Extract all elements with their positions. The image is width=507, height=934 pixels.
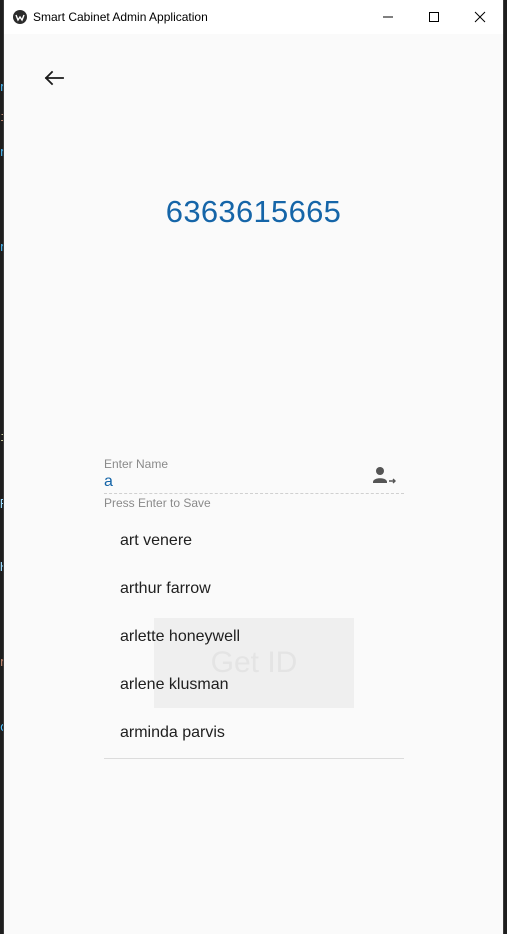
name-input[interactable]: a [104, 473, 113, 491]
arrow-left-icon [44, 70, 64, 86]
list-divider [104, 758, 404, 759]
name-field-helper: Press Enter to Save [104, 496, 211, 510]
name-field-label: Enter Name [104, 457, 169, 471]
close-button[interactable] [457, 0, 503, 34]
name-input-underline [104, 493, 404, 494]
title-bar: Smart Cabinet Admin Application [4, 0, 503, 34]
main-content: 6363615665 Get ID Enter Name a Press Ent… [4, 34, 503, 934]
maximize-button[interactable] [411, 0, 457, 34]
app-logo-icon [13, 10, 27, 24]
close-icon [474, 11, 486, 23]
suggestion-item[interactable]: arminda parvis [104, 709, 404, 757]
minimize-button[interactable] [365, 0, 411, 34]
app-window: Smart Cabinet Admin Application 63636156… [4, 0, 503, 934]
suggestion-item[interactable]: art venere [104, 517, 404, 565]
window-title: Smart Cabinet Admin Application [33, 10, 208, 24]
person-arrow-icon[interactable] [370, 464, 396, 488]
suggestion-item[interactable]: arthur farrow [104, 565, 404, 613]
suggestion-item[interactable]: arlette honeywell [104, 613, 404, 661]
back-button[interactable] [40, 64, 68, 92]
phone-number: 6363615665 [165, 194, 342, 229]
maximize-icon [429, 12, 439, 22]
suggestion-item[interactable]: arlene klusman [104, 661, 404, 709]
suggestion-list: art venere arthur farrow arlette honeywe… [104, 517, 404, 757]
minimize-icon [383, 16, 393, 18]
